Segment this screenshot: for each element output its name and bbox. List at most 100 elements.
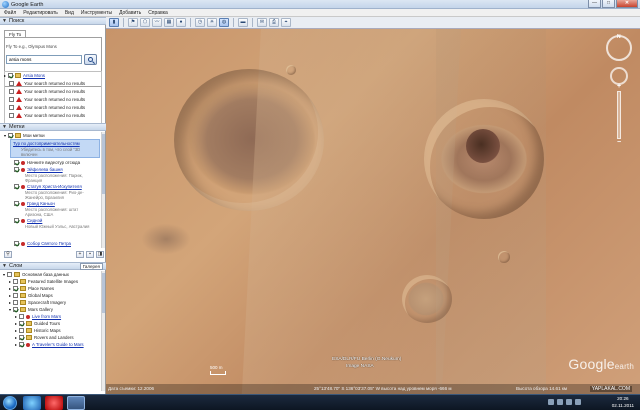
zoom-slider[interactable]: [617, 91, 621, 139]
coordinates-readout: 25°13'48.70" S 136°03'37.05" W высота на…: [314, 386, 452, 391]
collapse-triangle-icon[interactable]: ▼: [2, 263, 7, 270]
mars-map-view[interactable]: N + − ESA/DLR/FU Berlin (G.Neukum) Image…: [106, 29, 640, 394]
place-names-icon: [20, 286, 27, 291]
placemark-icon: [26, 342, 31, 347]
layer-item[interactable]: ▾ Mars Gallery: [9, 306, 53, 313]
layer-item[interactable]: ▸ A Traveler's Guide to Mars: [15, 341, 84, 348]
window-title: Google Earth: [11, 1, 44, 8]
menu-view[interactable]: Вид: [65, 9, 74, 16]
layer-item[interactable]: ▸ Historic Maps: [15, 327, 61, 334]
add-icon[interactable]: +: [76, 250, 84, 258]
minimize-button[interactable]: —: [588, 0, 601, 8]
menu-tools[interactable]: Инструменты: [81, 9, 112, 16]
print-icon[interactable]: ⎙: [269, 18, 279, 27]
add-polygon-icon[interactable]: ⬠: [140, 18, 150, 27]
menu-add[interactable]: Добавить: [119, 9, 141, 16]
layer-item[interactable]: ▸ Guided Tours: [15, 320, 60, 327]
tray-icon[interactable]: [566, 399, 572, 405]
layers-scrollbar[interactable]: [101, 271, 105, 391]
folder-icon: [26, 328, 33, 333]
places-toolbar: ⚲ + ▪ ◨: [4, 250, 104, 258]
layer-item[interactable]: ▸ Global Maps: [9, 292, 53, 299]
search-button[interactable]: [84, 54, 97, 65]
system-clock[interactable]: 20:26 02.11.2011: [612, 396, 634, 409]
sidebar: ▼ Поиск Fly To Fly To e.g., Olympus Mons…: [0, 17, 106, 394]
close-button[interactable]: ✕: [616, 0, 638, 8]
placemark-icon: [21, 167, 25, 172]
north-indicator: N: [617, 34, 621, 40]
scale-bar: [210, 371, 226, 375]
result-checkbox[interactable]: [8, 73, 14, 78]
view-in-maps-icon[interactable]: ⌖: [281, 18, 291, 27]
remove-icon[interactable]: ▪: [86, 250, 94, 258]
play-tour-icon[interactable]: ◨: [96, 250, 104, 258]
zoom-in-button[interactable]: +: [615, 83, 623, 91]
ie-taskbar-icon[interactable]: [23, 396, 41, 410]
map-status-bar: Дата съемки: 12.2006 25°13'48.70" S 136°…: [106, 384, 640, 394]
maximize-button[interactable]: □: [602, 0, 615, 8]
add-placemark-icon[interactable]: ⚑: [128, 18, 138, 27]
layer-item[interactable]: ▸ Live from Mars: [15, 313, 61, 320]
places-scrollbar[interactable]: [101, 132, 105, 248]
places-section-header[interactable]: ▼ Метки: [0, 123, 106, 131]
place-item[interactable]: Статуя Христа-Искупителя: [14, 183, 82, 190]
warning-icon: [16, 113, 22, 118]
search-result-row[interactable]: Your search returned no results: [9, 96, 85, 103]
tray-icon[interactable]: [575, 399, 581, 405]
selected-tour-item[interactable]: Тур по достопримечательностям Убедитесь …: [10, 139, 100, 158]
placemark-icon: [21, 201, 25, 206]
ruler-icon[interactable]: ▬: [238, 18, 248, 27]
collapse-triangle-icon[interactable]: ▼: [2, 18, 7, 25]
image-overlay-icon[interactable]: ▦: [164, 18, 174, 27]
imagery-date: Дата съемки: 12.2006: [108, 386, 155, 391]
add-path-icon[interactable]: 〰: [152, 18, 162, 27]
placemark-icon: [26, 314, 31, 319]
google-earth-logo: Googleearth: [568, 356, 634, 372]
start-button[interactable]: [3, 396, 17, 410]
search-result-row[interactable]: Your search returned no results: [9, 104, 85, 111]
layer-item[interactable]: ▸ Featured Satellite Images: [9, 278, 78, 285]
place-item[interactable]: Начните видеотур отсюда: [14, 159, 80, 166]
search-places-icon[interactable]: ⚲: [4, 250, 12, 258]
spacecraft-icon: [20, 300, 27, 305]
search-result-row[interactable]: Your search returned no results: [9, 112, 85, 119]
look-compass[interactable]: N: [606, 34, 632, 61]
tray-icon[interactable]: [548, 399, 554, 405]
layer-item[interactable]: ▾ Основная база данных: [3, 271, 69, 278]
search-result-row[interactable]: Your search returned no results: [9, 88, 85, 95]
place-item[interactable]: Сиднэй: [14, 217, 42, 224]
zoom-out-button[interactable]: −: [615, 139, 623, 147]
central-pit-crater: [424, 99, 544, 219]
google-earth-taskbar-icon[interactable]: [67, 396, 85, 410]
search-result-row[interactable]: Your search returned no results: [9, 80, 85, 87]
collapse-triangle-icon[interactable]: ▼: [2, 124, 7, 131]
layer-item[interactable]: ▸ Rovers and Landers: [15, 334, 74, 341]
menu-help[interactable]: Справка: [148, 9, 168, 16]
google-earth-icon: [2, 1, 9, 8]
place-item[interactable]: Гранд Каньон: [14, 200, 55, 207]
layer-item[interactable]: ▸ Spacecraft Imagery: [9, 299, 66, 306]
search-result-folder[interactable]: ▸ Arsia Mons: [4, 72, 45, 79]
my-places-root[interactable]: ▾ Мои метки: [4, 132, 45, 139]
folder-icon: [26, 321, 33, 326]
hide-sidebar-icon[interactable]: ▮: [109, 18, 119, 27]
opera-taskbar-icon[interactable]: [45, 396, 63, 410]
imagery-credit: ESA/DLR/FU Berlin (G.Neukum): [332, 357, 402, 362]
email-icon[interactable]: ✉: [257, 18, 267, 27]
place-item[interactable]: Эйфелева башня: [14, 166, 63, 173]
title-bar: Google Earth — □ ✕: [0, 0, 640, 9]
menu-edit[interactable]: Редактировать: [23, 9, 58, 16]
menu-file[interactable]: Файл: [4, 9, 16, 16]
place-item[interactable]: Собор Святого Петра: [14, 240, 71, 247]
search-section-header[interactable]: ▼ Поиск: [0, 17, 106, 25]
tray-icon[interactable]: [557, 399, 563, 405]
watermark: YAPLAKAL.COM: [589, 386, 632, 392]
layer-item[interactable]: ▸ Place Names: [9, 285, 54, 292]
record-tour-icon[interactable]: ●: [176, 18, 186, 27]
planet-switch-icon[interactable]: ◍: [219, 18, 229, 27]
tab-gallery[interactable]: Галерея: [79, 263, 103, 270]
sunlight-icon[interactable]: ☀: [207, 18, 217, 27]
folder-icon: [15, 73, 22, 78]
search-input[interactable]: [6, 55, 82, 64]
historical-imagery-icon[interactable]: ◷: [195, 18, 205, 27]
